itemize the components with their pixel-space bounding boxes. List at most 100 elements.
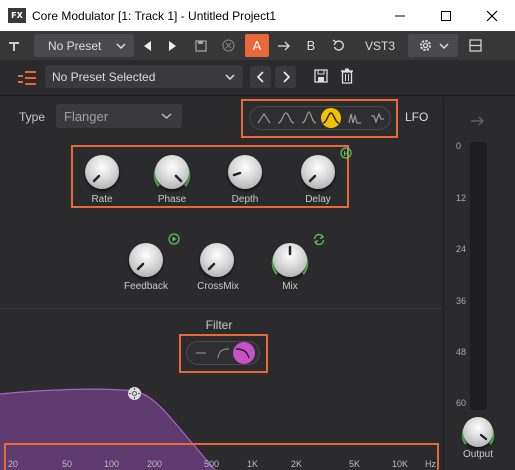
trash-icon[interactable] (340, 68, 354, 84)
phase-label: Phase (157, 194, 187, 205)
lfo-label: LFO (405, 110, 429, 124)
arrow-right-icon (471, 116, 484, 126)
depth-label: Depth (231, 194, 259, 205)
freq-tick-hz: Hz (425, 459, 436, 469)
mix-knob[interactable] (273, 243, 307, 277)
lfo-peak-icon (301, 111, 317, 124)
freq-tick-5k: 5K (349, 459, 361, 469)
layout-button[interactable] (465, 31, 485, 60)
feedback-label: Feedback (124, 281, 168, 292)
cancel-circle-icon (222, 39, 234, 52)
undo-icon (332, 39, 344, 51)
play-left-icon (144, 40, 151, 51)
title-bar: FX Core Modulator [1: Track 1] - Untitle… (0, 0, 515, 31)
freq-tick-20: 20 (8, 459, 19, 469)
host-preset-label: No Preset (48, 38, 102, 53)
freq-tick-2k: 2K (291, 459, 303, 469)
play-sync-icon[interactable] (168, 233, 180, 245)
settings-dropdown[interactable] (408, 34, 458, 57)
freq-tick-50: 50 (62, 459, 73, 469)
freq-tick-10k: 10K (392, 459, 409, 469)
menu-icon[interactable] (17, 69, 37, 87)
refresh-icon[interactable] (312, 233, 326, 246)
close-icon (486, 10, 498, 21)
output-meter (470, 142, 487, 410)
lfo-shape-icons[interactable] (253, 108, 387, 128)
plugin-next-button[interactable] (275, 66, 296, 88)
gear-icon (419, 40, 431, 51)
freq-tick-200: 200 (147, 459, 163, 469)
meter-tick-12: 12 (456, 193, 467, 203)
type-dropdown[interactable]: Flanger (56, 104, 182, 128)
meter-tick-0: 0 (456, 141, 462, 151)
delete-preset-button[interactable] (219, 31, 237, 60)
ab-a-button[interactable]: A (245, 34, 269, 57)
plugin-prev-button[interactable] (250, 66, 271, 88)
delay-label: Delay (305, 194, 331, 205)
svg-text:H: H (343, 151, 348, 158)
chevron-down-icon (225, 74, 235, 80)
meter-tick-24: 24 (456, 244, 467, 254)
crossmix-knob[interactable] (200, 243, 234, 277)
save-icon[interactable] (314, 69, 328, 83)
feedback-knob[interactable] (129, 243, 163, 277)
ab-b-button[interactable]: B (301, 31, 321, 60)
freq-tick-1k: 1K (247, 459, 259, 469)
host-preset-dropdown[interactable]: No Preset (34, 34, 134, 57)
undo-button[interactable] (328, 31, 348, 60)
lfo-sine-icon-selected (321, 108, 341, 128)
host-toolbar: No Preset A B VST3 (0, 31, 515, 60)
app-icon: FX (8, 8, 26, 23)
rate-knob[interactable] (85, 155, 119, 189)
save-icon (195, 39, 207, 52)
output-knob[interactable] (463, 417, 493, 447)
phase-knob[interactable] (155, 155, 189, 189)
lfo-triangle-icon (257, 112, 271, 124)
plugin-preset-dropdown[interactable]: No Preset Selected (45, 65, 243, 88)
prev-preset-button[interactable] (138, 31, 156, 60)
chevron-down-icon (438, 42, 449, 49)
lfo-bump-icon (277, 112, 295, 124)
section-divider (0, 308, 442, 309)
save-preset-button[interactable] (192, 31, 210, 60)
format-label: VST3 (364, 38, 395, 53)
filter-lowpass-icon-selected (233, 342, 255, 364)
filter-cutoff-handle[interactable] (127, 386, 142, 401)
ab-copy-button[interactable] (274, 31, 294, 60)
lfo-random-icon (371, 112, 384, 124)
depth-knob[interactable] (228, 155, 262, 189)
crossmix-label: CrossMix (197, 281, 239, 292)
window-title: Core Modulator [1: Track 1] - Untitled P… (32, 9, 277, 23)
chevron-down-icon (161, 113, 172, 119)
mix-label: Mix (282, 281, 298, 292)
meter-tick-48: 48 (456, 347, 467, 357)
chevron-right-icon (282, 71, 290, 83)
minimize-button[interactable] (377, 0, 423, 31)
sync-h-icon[interactable]: H (340, 147, 352, 159)
lfo-double-peak-icon (348, 113, 361, 124)
freq-tick-100: 100 (104, 459, 120, 469)
output-label: Output (462, 449, 494, 460)
close-button[interactable] (469, 0, 515, 31)
meter-tick-36: 36 (456, 296, 467, 306)
filter-type-icons[interactable] (188, 341, 260, 365)
chevron-down-icon (116, 43, 126, 49)
play-right-icon (169, 40, 176, 51)
meter-tick-60: 60 (456, 398, 467, 408)
type-value: Flanger (64, 108, 109, 124)
chevron-left-icon (256, 71, 264, 83)
filter-highpass-icon (217, 348, 230, 359)
minimize-icon (395, 15, 405, 16)
layout-icon (468, 39, 482, 52)
freq-tick-500: 500 (204, 459, 220, 469)
filter-label: Filter (205, 318, 233, 332)
arrow-right-icon (278, 41, 290, 50)
delay-knob[interactable] (301, 155, 335, 189)
type-label: Type (19, 110, 46, 124)
plugin-preset-bar: No Preset Selected (0, 60, 515, 96)
power-icon[interactable] (6, 31, 22, 60)
next-preset-button[interactable] (164, 31, 182, 60)
plugin-preset-label: No Preset Selected (52, 69, 156, 84)
maximize-icon (441, 10, 451, 21)
maximize-button[interactable] (423, 0, 469, 31)
